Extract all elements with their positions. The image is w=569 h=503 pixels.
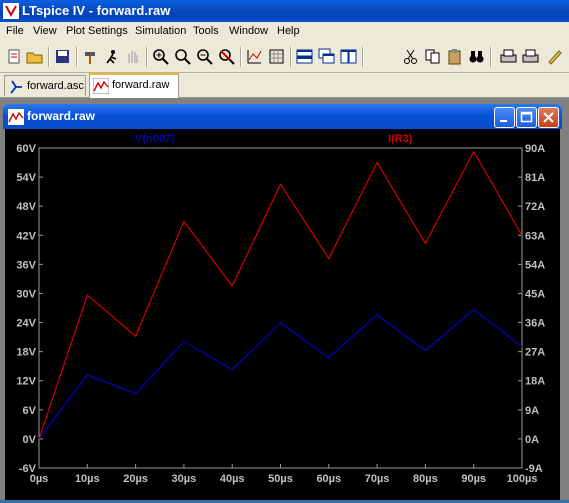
tab-forward-raw[interactable]: forward.raw: [89, 73, 179, 98]
x-tick-label: 70µs: [365, 473, 390, 485]
app-title: LTspice IV - forward.raw: [22, 3, 171, 18]
toolbar-separator: [76, 47, 78, 67]
cut-icon[interactable]: [402, 48, 419, 65]
toolbar-separator: [362, 47, 364, 67]
cascade-icon[interactable]: [318, 48, 335, 65]
menu-simulation[interactable]: Simulation: [135, 25, 186, 37]
tile-vertical-icon[interactable]: [340, 48, 357, 65]
y-right-tick-label: 54A: [525, 259, 545, 271]
control-panel-hammer-icon[interactable]: [82, 48, 99, 65]
tile-horizontal-icon[interactable]: [296, 48, 313, 65]
x-tick-label: 100µs: [507, 473, 538, 485]
y-left-tick-label: 30V: [16, 288, 36, 300]
paste-icon[interactable]: [446, 48, 463, 65]
y-left-tick-label: 48V: [16, 201, 36, 213]
toolbar-separator: [490, 47, 492, 67]
run-icon[interactable]: [104, 48, 121, 65]
y-left-tick-label: 0V: [23, 434, 37, 446]
maximize-icon: [520, 111, 533, 123]
zoom-cancel-icon[interactable]: [218, 48, 235, 65]
x-tick-label: 10µs: [75, 473, 100, 485]
plot-window-titlebar[interactable]: forward.raw: [3, 104, 562, 129]
x-tick-label: 0µs: [30, 473, 49, 485]
y-left-tick-label: 12V: [16, 376, 36, 388]
y-left-tick-label: 18V: [16, 347, 36, 359]
y-right-tick-label: 45A: [525, 288, 545, 300]
menu-tools[interactable]: Tools: [193, 25, 219, 37]
y-right-tick-label: 18A: [525, 376, 545, 388]
ltspice-logo-icon: [3, 3, 19, 19]
ltspice-app: LTspice IV - forward.raw File View Plot …: [0, 0, 569, 500]
trace-v-n007-line: [38, 308, 523, 440]
waveform-icon: [8, 109, 24, 125]
x-tick-label: 30µs: [172, 473, 197, 485]
waveform-plot-pane[interactable]: 60V 54V 48V 42V 36V 30V 24V 18V 12V 6V 0V -6V 90A 81A…: [5, 129, 560, 500]
copy-icon[interactable]: [424, 48, 441, 65]
y-left-tick-label: 24V: [16, 318, 36, 330]
minimize-icon: [500, 120, 507, 122]
x-tick-label: 80µs: [413, 473, 438, 485]
close-button[interactable]: [538, 107, 559, 128]
print-icon[interactable]: [500, 48, 517, 65]
y-left-tick-label: 36V: [16, 259, 36, 271]
y-right-tick-label: 36A: [525, 318, 545, 330]
grid-icon[interactable]: [268, 48, 285, 65]
new-schematic-icon[interactable]: [6, 48, 23, 65]
toolbar-separator: [146, 47, 148, 67]
toolbar: [0, 42, 569, 73]
x-tick-label: 20µs: [123, 473, 148, 485]
y-right-tick-label: 90A: [525, 143, 545, 155]
menu-file[interactable]: File: [6, 25, 24, 37]
menu-window[interactable]: Window: [229, 25, 268, 37]
print-setup-icon[interactable]: [522, 48, 539, 65]
maximize-button[interactable]: [516, 107, 537, 128]
y-right-tick-label: 72A: [525, 201, 545, 213]
y-left-tick-label: 60V: [16, 143, 36, 155]
save-icon[interactable]: [54, 48, 71, 65]
schematic-icon: [10, 80, 22, 94]
y-right-tick-label: 63A: [525, 230, 545, 242]
document-tabs: forward.asc forward.raw: [0, 73, 569, 98]
menu-help[interactable]: Help: [277, 25, 300, 37]
y-right-tick-label: 9A: [525, 405, 539, 417]
plot-frame: [38, 147, 523, 469]
waveform-chart: 60V54V48V42V36V30V24V18V12V6V0V-6V90A81A…: [16, 143, 545, 485]
waveform-icon: [93, 78, 109, 94]
zoom-full-icon[interactable]: [174, 48, 191, 65]
toolbar-separator: [240, 47, 242, 67]
tab-label: forward.raw: [112, 79, 170, 91]
y-left-tick-label: 6V: [23, 405, 37, 417]
trace-i-r3-line: [38, 150, 523, 440]
plot-window-title: forward.raw: [27, 109, 96, 123]
x-tick-label: 50µs: [268, 473, 293, 485]
trace-label-v-n007[interactable]: V(n007): [135, 133, 175, 145]
minimize-button[interactable]: [494, 107, 515, 128]
pencil-icon[interactable]: [546, 48, 563, 65]
x-tick-label: 90µs: [461, 473, 486, 485]
open-icon[interactable]: [26, 48, 43, 65]
menu-view[interactable]: View: [33, 25, 57, 37]
trace-label-i-r3[interactable]: I(R3): [388, 133, 412, 145]
autorange-icon[interactable]: [246, 48, 263, 65]
y-right-tick-label: 27A: [525, 347, 545, 359]
tab-label: forward.asc: [27, 80, 84, 92]
x-tick-label: 60µs: [316, 473, 341, 485]
halt-hand-icon[interactable]: [124, 48, 141, 65]
find-binoculars-icon[interactable]: [468, 48, 485, 65]
toolbar-separator: [48, 47, 50, 67]
menu-bar: File View Plot Settings Simulation Tools…: [0, 22, 569, 42]
toolbar-separator: [290, 47, 292, 67]
x-tick-label: 40µs: [220, 473, 245, 485]
zoom-out-icon[interactable]: [196, 48, 213, 65]
app-titlebar: LTspice IV - forward.raw: [0, 0, 569, 22]
zoom-in-icon[interactable]: [152, 48, 169, 65]
y-right-tick-label: 0A: [525, 434, 539, 446]
y-left-tick-label: 42V: [16, 230, 36, 242]
close-icon: [543, 112, 554, 123]
y-left-tick-label: 54V: [16, 172, 36, 184]
menu-plot-settings[interactable]: Plot Settings: [66, 25, 128, 37]
tab-forward-asc[interactable]: forward.asc: [4, 75, 86, 96]
y-right-tick-label: 81A: [525, 172, 545, 184]
